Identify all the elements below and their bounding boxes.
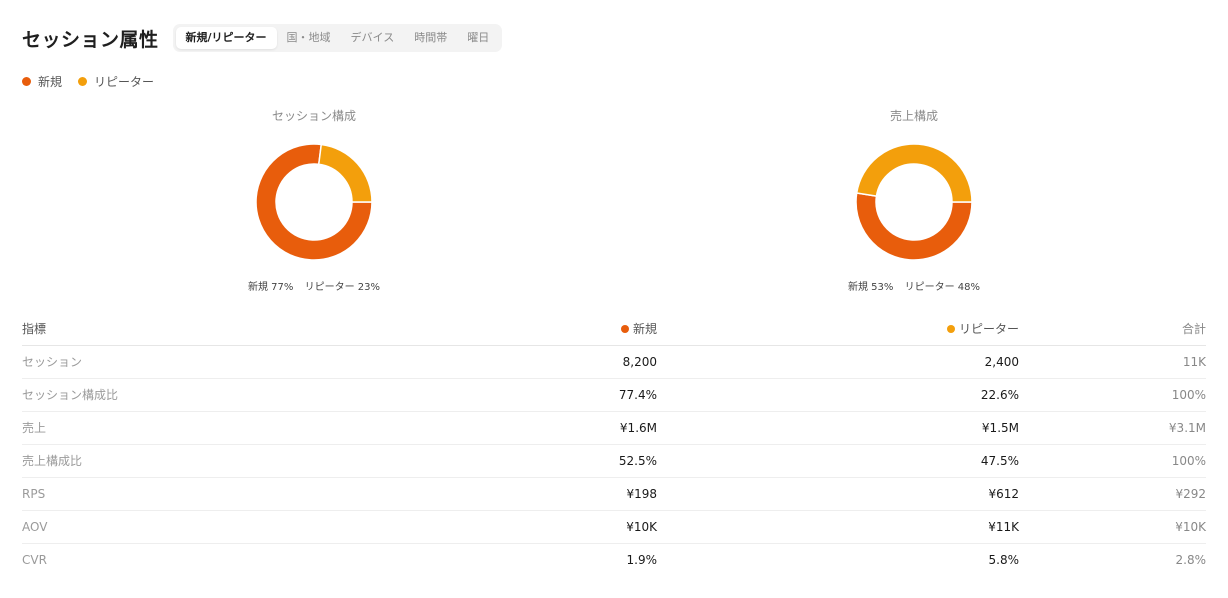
cell-new: 52.5%: [272, 444, 657, 478]
caption-repeat: リピーター 23%: [304, 282, 380, 293]
caption-new: 新規 77%: [248, 282, 294, 293]
cell-metric: 売上構成比: [22, 444, 272, 478]
tab-new-repeat[interactable]: 新規/リピーター: [175, 27, 277, 49]
cell-new: ¥198: [272, 477, 657, 511]
cell-metric: 売上: [22, 411, 272, 445]
cell-new: 1.9%: [626, 552, 658, 567]
header-dot-repeat: [946, 324, 955, 333]
cell-repeat: 22.6%: [657, 378, 1019, 412]
header-repeat: リピーター: [657, 312, 1019, 346]
legend-dot-repeat: [78, 77, 88, 86]
donut-svg: [855, 143, 973, 261]
chart-title: 売上構成: [889, 109, 938, 123]
cell-repeat: ¥11K: [657, 510, 1019, 544]
cell-total: ¥292: [1019, 477, 1206, 511]
table-row: 売上構成比 52.5% 47.5% 100%: [22, 444, 1206, 478]
cell-metric: セッション: [22, 345, 272, 379]
segment-tabs: 新規/リピーター 国・地域 デバイス 時間帯 曜日: [172, 24, 503, 52]
chart-caption: 新規 53% リピーター 48%: [794, 278, 1034, 293]
metrics-table: 指標 新規 リピーター 合計 セッション 8,200 2,400 11K セッシ…: [22, 312, 1206, 576]
caption-repeat: リピーター 48%: [904, 282, 980, 293]
session-attributes-card: セッション属性 新規/リピーター 国・地域 デバイス 時間帯 曜日 新規 リピー…: [0, 0, 1228, 598]
cell-repeat: ¥612: [657, 477, 1019, 511]
card-title: セッション属性: [22, 28, 159, 51]
header-total: 合計: [1019, 312, 1206, 346]
legend-item-repeat: リピーター: [78, 73, 154, 90]
header-dot-new: [620, 324, 629, 333]
table-row: セッション構成比 77.4% 22.6% 100%: [22, 378, 1206, 412]
card-header: セッション属性 新規/リピーター 国・地域 デバイス 時間帯 曜日: [22, 24, 503, 52]
header-new: 新規: [272, 312, 657, 346]
table-row: CVR 1.9% 5.8% 2.8%: [22, 543, 1206, 576]
tab-day-of-week[interactable]: 曜日: [457, 27, 499, 49]
slice-repeat[interactable]: [317, 143, 373, 203]
cell-repeat: 2,400: [657, 345, 1019, 379]
cell-metric: RPS: [22, 477, 272, 511]
legend-label-repeat: リピーター: [94, 75, 155, 89]
cell-total: 2.8%: [1175, 552, 1207, 567]
header-repeat-label: リピーター: [958, 321, 1019, 336]
slice-new[interactable]: [855, 192, 973, 261]
cell-metric: AOV: [22, 510, 272, 544]
revenue-composition-chart: 売上構成 新規 53% リピーター 48%: [794, 108, 1034, 293]
session-composition-chart: セッション構成 新規 77% リピーター 23%: [194, 108, 434, 293]
table-row: AOV ¥10K ¥11K ¥10K: [22, 510, 1206, 544]
cell-new: 8,200: [272, 345, 657, 379]
tab-time-of-day[interactable]: 時間帯: [404, 27, 457, 49]
legend-dot-new: [22, 77, 31, 86]
table-row: セッション 8,200 2,400 11K: [22, 345, 1206, 379]
legend-item-new: 新規: [22, 73, 62, 90]
cell-metric: CVR: [22, 552, 47, 567]
cell-total: ¥3.1M: [1019, 411, 1206, 445]
caption-new: 新規 53%: [848, 282, 894, 293]
cell-metric: セッション構成比: [22, 378, 272, 412]
table-header-row: 指標 新規 リピーター 合計: [22, 312, 1206, 346]
cell-total: 100%: [1019, 378, 1206, 412]
cell-new: ¥1.6M: [272, 411, 657, 445]
table-row: RPS ¥198 ¥612 ¥292: [22, 477, 1206, 511]
cell-new: 77.4%: [272, 378, 657, 412]
table-row: 売上 ¥1.6M ¥1.5M ¥3.1M: [22, 411, 1206, 445]
tab-country-region[interactable]: 国・地域: [277, 27, 341, 49]
slice-repeat[interactable]: [855, 143, 973, 203]
header-metric: 指標: [22, 312, 272, 346]
cell-total: ¥10K: [1019, 510, 1206, 544]
cell-repeat: 47.5%: [657, 444, 1019, 478]
cell-total: 100%: [1019, 444, 1206, 478]
tab-device[interactable]: デバイス: [341, 27, 405, 49]
header-new-label: 新規: [632, 321, 657, 336]
chart-legend: 新規 リピーター: [22, 73, 170, 90]
chart-title: セッション構成: [271, 109, 356, 123]
chart-caption: 新規 77% リピーター 23%: [194, 278, 434, 293]
legend-label-new: 新規: [38, 75, 63, 89]
cell-repeat: ¥1.5M: [657, 411, 1019, 445]
donut-svg: [255, 143, 373, 261]
cell-repeat: 5.8%: [988, 552, 1020, 567]
cell-new: ¥10K: [272, 510, 657, 544]
cell-total: 11K: [1019, 345, 1206, 379]
